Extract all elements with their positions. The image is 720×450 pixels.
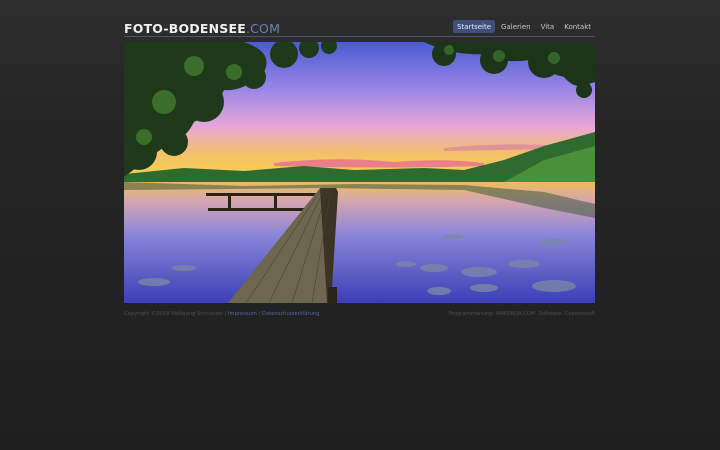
site-footer: Copyright ©2018 Wolfgang Schneider | Imp…: [124, 311, 595, 319]
copyright-text: Copyright ©2018 Wolfgang Schneider |: [124, 311, 227, 317]
nav-item-kontakt[interactable]: Kontakt: [560, 20, 595, 33]
hero-photo: [124, 42, 595, 303]
main-nav: Startseite Galerien Vita Kontakt: [452, 20, 595, 33]
logo-tld: .COM: [245, 21, 281, 36]
datenschutz-link[interactable]: Datenschutzerklärung: [262, 311, 320, 317]
footer-left: Copyright ©2018 Wolfgang Schneider | Imp…: [124, 311, 319, 317]
logo-text: FOTO-BODENSEE: [124, 21, 246, 36]
nav-item-vita[interactable]: Vita: [537, 20, 559, 33]
nav-item-galerien[interactable]: Galerien: [497, 20, 535, 33]
footer-credits: Programmierung: MAKERDA.COM, Software: C…: [448, 311, 595, 317]
footer-separator: |: [258, 311, 261, 317]
impressum-link[interactable]: Impressum: [228, 311, 257, 317]
site-header: FOTO-BODENSEE.COM Startseite Galerien Vi…: [124, 20, 595, 37]
nav-item-startseite[interactable]: Startseite: [452, 20, 496, 33]
lake-jetty-sunset-image: [124, 42, 595, 303]
site-logo[interactable]: FOTO-BODENSEE.COM: [124, 21, 280, 36]
